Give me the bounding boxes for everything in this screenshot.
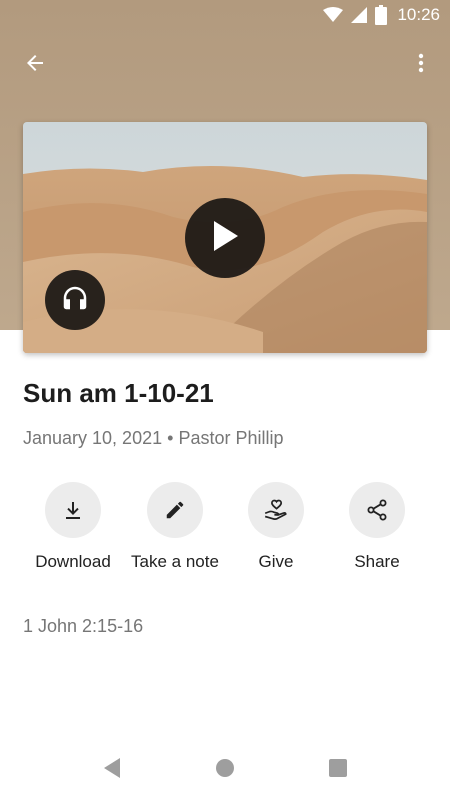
share-button[interactable]: Share	[322, 482, 432, 572]
sermon-title: Sun am 1-10-21	[23, 378, 214, 408]
share-icon	[349, 482, 405, 538]
nav-home-icon	[215, 758, 235, 783]
wifi-icon	[323, 7, 344, 23]
nav-recents-button[interactable]	[326, 758, 350, 782]
give-label: Give	[258, 552, 294, 571]
nav-back-button[interactable]	[100, 757, 124, 784]
nav-home-button[interactable]	[213, 758, 237, 782]
take-note-button[interactable]: Take a note	[120, 482, 230, 572]
nav-back-icon	[102, 757, 122, 784]
sermon-meta: January 10, 2021 • Pastor Phillip	[23, 428, 284, 449]
status-time: 10:26	[397, 5, 440, 24]
scripture-reference: 1 John 2:15-16	[23, 616, 144, 636]
sermon-date: January 10, 2021	[23, 428, 163, 448]
play-icon	[210, 219, 240, 258]
more-options-button[interactable]	[398, 42, 444, 88]
sermon-speaker: Pastor Phillip	[178, 428, 284, 448]
headphones-icon	[60, 283, 90, 318]
app-bar	[0, 40, 450, 92]
sermon-media-card[interactable]	[23, 122, 427, 353]
back-button[interactable]	[12, 42, 58, 88]
give-heart-hand-icon	[248, 482, 304, 538]
battery-icon	[375, 5, 388, 25]
audio-button[interactable]	[45, 270, 105, 330]
system-nav-bar	[0, 740, 450, 800]
nav-recents-icon	[328, 758, 348, 783]
take-note-label: Take a note	[131, 552, 219, 571]
status-bar: 10:26	[0, 0, 450, 30]
arrow-back-icon	[23, 51, 47, 80]
share-label: Share	[354, 552, 400, 571]
download-label: Download	[35, 552, 111, 571]
sermon-screen: 10:26 Sun am 1-10-21 January 10, 2021 • …	[0, 0, 450, 800]
play-button[interactable]	[185, 198, 265, 278]
more-vert-icon	[409, 51, 433, 80]
give-button[interactable]: Give	[221, 482, 331, 572]
download-icon	[45, 482, 101, 538]
download-button[interactable]: Download	[18, 482, 128, 572]
meta-separator: •	[167, 428, 174, 448]
pencil-icon	[147, 482, 203, 538]
action-row: Download Take a note Give Share	[0, 482, 450, 582]
cell-signal-icon	[351, 7, 368, 23]
